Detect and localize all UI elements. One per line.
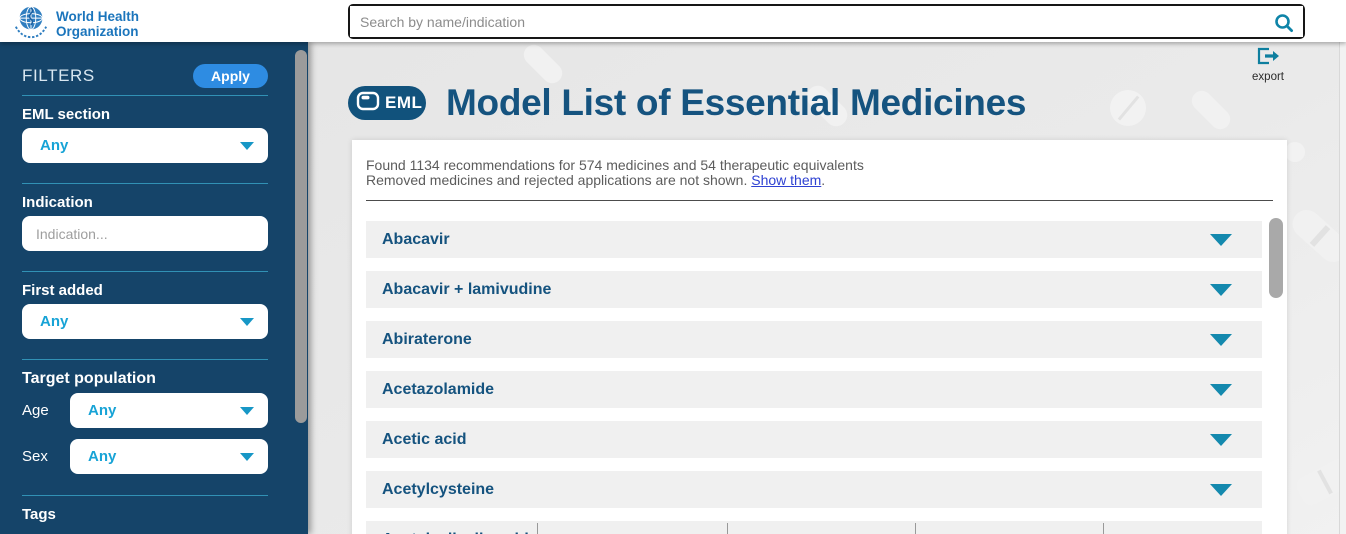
eml-badge: EML [348, 86, 426, 120]
filters-title: FILTERS [22, 66, 95, 86]
results-summary: Found 1134 recommendations for 574 medic… [366, 158, 1273, 188]
indication-input[interactable] [22, 216, 268, 251]
main-content: export EML Model List of Essential Medic… [308, 42, 1346, 534]
eml-section-value: Any [40, 137, 68, 154]
tags-label: Tags [22, 506, 268, 523]
export-button[interactable]: export [1252, 46, 1284, 83]
eml-section-select[interactable]: Any [22, 128, 268, 163]
age-select[interactable]: Any [70, 393, 268, 428]
indication-label: Indication [22, 194, 268, 211]
medicine-row-acetazolamide[interactable]: Acetazolamide [366, 371, 1262, 408]
column-divider [727, 523, 728, 534]
watermark-pill [1285, 142, 1305, 162]
sex-value: Any [88, 448, 116, 465]
watermark-capsule [1287, 204, 1346, 268]
results-panel: Found 1134 recommendations for 574 medic… [352, 140, 1287, 534]
who-emblem-icon [12, 2, 50, 45]
expand-triangle-icon[interactable] [1210, 284, 1232, 296]
list-scrollbar-thumb[interactable] [1269, 218, 1283, 298]
expand-triangle-icon[interactable] [1210, 334, 1232, 346]
pill-icon [356, 90, 380, 117]
chevron-down-icon [240, 407, 254, 415]
age-value: Any [88, 402, 116, 419]
sidebar-divider [22, 359, 268, 360]
watermark-tablet [1110, 90, 1146, 126]
medicine-row-abiraterone[interactable]: Abiraterone [366, 321, 1262, 358]
medicine-row-abacavir[interactable]: Abacavir [366, 221, 1262, 258]
panel-divider [366, 200, 1273, 201]
eml-badge-label: EML [385, 93, 422, 113]
filters-sidebar: FILTERS Apply EML section Any Indication… [0, 42, 308, 534]
age-label: Age [22, 402, 70, 419]
show-them-link[interactable]: Show them [751, 172, 821, 188]
expand-triangle-icon[interactable] [1210, 484, 1232, 496]
expand-triangle-icon[interactable] [1210, 434, 1232, 446]
sidebar-divider [22, 95, 268, 96]
sidebar-divider [22, 271, 268, 272]
results-count-line: Found 1134 recommendations for 574 medic… [366, 157, 864, 173]
medicine-row-acetylsalicylic-acid[interactable]: Acetylsalicylic acid [366, 521, 1262, 534]
first-added-value: Any [40, 313, 68, 330]
export-icon [1256, 46, 1280, 70]
who-logo-text: World Health Organization [56, 9, 139, 39]
first-added-select[interactable]: Any [22, 304, 268, 339]
search-icon[interactable] [1273, 12, 1295, 39]
medicine-row-acetylcysteine[interactable]: Acetylcysteine [366, 471, 1262, 508]
expand-triangle-icon[interactable] [1210, 234, 1232, 246]
chevron-down-icon [240, 142, 254, 150]
export-label: export [1252, 71, 1284, 83]
search-bar [348, 4, 1305, 39]
watermark-capsule [520, 42, 567, 87]
first-added-label: First added [22, 282, 268, 299]
top-header: World Health Organization [0, 0, 1346, 42]
sidebar-divider [22, 495, 268, 496]
target-population-label: Target population [22, 370, 268, 388]
sidebar-scrollbar-thumb[interactable] [295, 50, 307, 423]
chevron-down-icon [240, 453, 254, 461]
sex-label: Sex [22, 448, 70, 465]
sex-select[interactable]: Any [70, 439, 268, 474]
search-input[interactable] [350, 6, 1303, 37]
who-logo[interactable]: World Health Organization [12, 2, 139, 45]
medicine-row-abacavir-lamivudine[interactable]: Abacavir + lamivudine [366, 271, 1262, 308]
medicine-list: Abacavir Abacavir + lamivudine Abiratero… [352, 221, 1287, 534]
medicine-row-acetic-acid[interactable]: Acetic acid [366, 421, 1262, 458]
page: World Health Organization FILTERS Apply … [0, 0, 1346, 534]
results-note: Removed medicines and rejected applicati… [366, 172, 747, 188]
expand-triangle-icon[interactable] [1210, 384, 1232, 396]
watermark-capsule [1188, 87, 1235, 134]
chevron-down-icon [240, 318, 254, 326]
column-divider [915, 523, 916, 534]
eml-section-label: EML section [22, 106, 268, 123]
window-scroll-gutter [1339, 42, 1346, 534]
column-divider [1103, 523, 1104, 534]
page-title: Model List of Essential Medicines [446, 82, 1026, 124]
apply-filters-button[interactable]: Apply [193, 64, 268, 88]
sidebar-divider [22, 183, 268, 184]
column-divider [537, 523, 538, 534]
